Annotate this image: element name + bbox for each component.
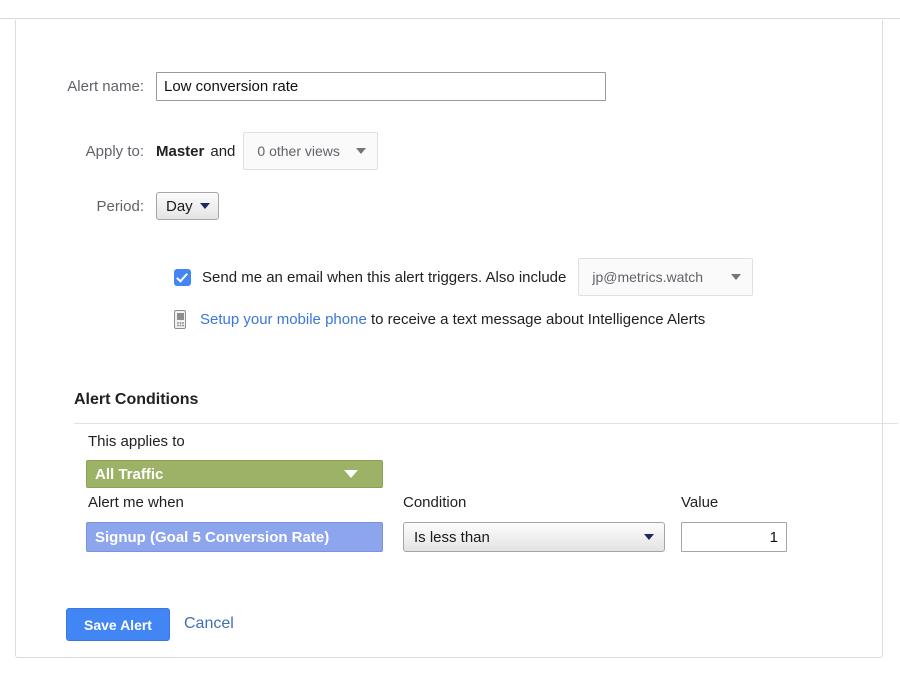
chevron-down-icon: [644, 534, 654, 540]
page-top-divider: [0, 18, 900, 19]
chevron-down-icon: [200, 203, 210, 209]
email-address-value: jp@metrics.watch: [592, 269, 703, 285]
metric-select[interactable]: Signup (Goal 5 Conversion Rate): [86, 522, 383, 552]
segment-select[interactable]: All Traffic: [86, 460, 383, 488]
condition-select[interactable]: Is less than: [403, 522, 665, 552]
apply-to-row: Apply to: Master and 0 other views: [36, 132, 378, 170]
apply-to-label: Apply to:: [36, 143, 156, 160]
metric-select-value: Signup (Goal 5 Conversion Rate): [95, 529, 329, 546]
send-email-label: Send me an email when this alert trigger…: [202, 269, 566, 286]
apply-to-master-view: Master: [156, 143, 204, 160]
chevron-down-icon: [356, 148, 366, 154]
alert-conditions-divider: [74, 423, 898, 424]
send-email-checkbox[interactable]: [174, 269, 191, 286]
segment-select-value: All Traffic: [95, 466, 163, 483]
alert-name-row: Alert name:: [36, 72, 606, 101]
period-row: Period: Day: [36, 192, 219, 220]
value-label: Value: [681, 494, 718, 511]
save-alert-button[interactable]: Save Alert: [66, 608, 170, 641]
mobile-phone-icon: [174, 310, 186, 329]
alert-conditions-heading: Alert Conditions: [74, 391, 198, 409]
period-select[interactable]: Day: [156, 192, 219, 220]
email-address-dropdown[interactable]: jp@metrics.watch: [578, 258, 753, 296]
alert-name-input[interactable]: [156, 72, 606, 101]
condition-select-value: Is less than: [414, 529, 490, 546]
setup-mobile-phone-link[interactable]: Setup your mobile phone: [200, 311, 367, 328]
alert-settings-card: Alert name: Apply to: Master and 0 other…: [15, 20, 883, 658]
period-select-value: Day: [166, 198, 193, 215]
email-notification-row: Send me an email when this alert trigger…: [174, 258, 753, 296]
period-label: Period:: [36, 198, 156, 215]
condition-label: Condition: [403, 494, 466, 511]
mobile-phone-row: Setup your mobile phone to receive a tex…: [174, 310, 705, 329]
mobile-phone-rest-text: to receive a text message about Intellig…: [367, 311, 706, 328]
applies-to-label: This applies to: [88, 433, 185, 450]
other-views-dropdown[interactable]: 0 other views: [243, 132, 378, 170]
alert-name-label: Alert name:: [36, 78, 156, 95]
mobile-phone-text: Setup your mobile phone to receive a tex…: [200, 311, 705, 328]
threshold-value-input[interactable]: [681, 522, 787, 552]
cancel-button[interactable]: Cancel: [184, 615, 234, 633]
other-views-dropdown-label: 0 other views: [257, 143, 339, 159]
alert-me-when-label: Alert me when: [88, 494, 184, 511]
apply-to-conjunction: and: [210, 143, 235, 160]
chevron-down-icon: [731, 274, 741, 280]
chevron-down-icon: [344, 470, 358, 478]
